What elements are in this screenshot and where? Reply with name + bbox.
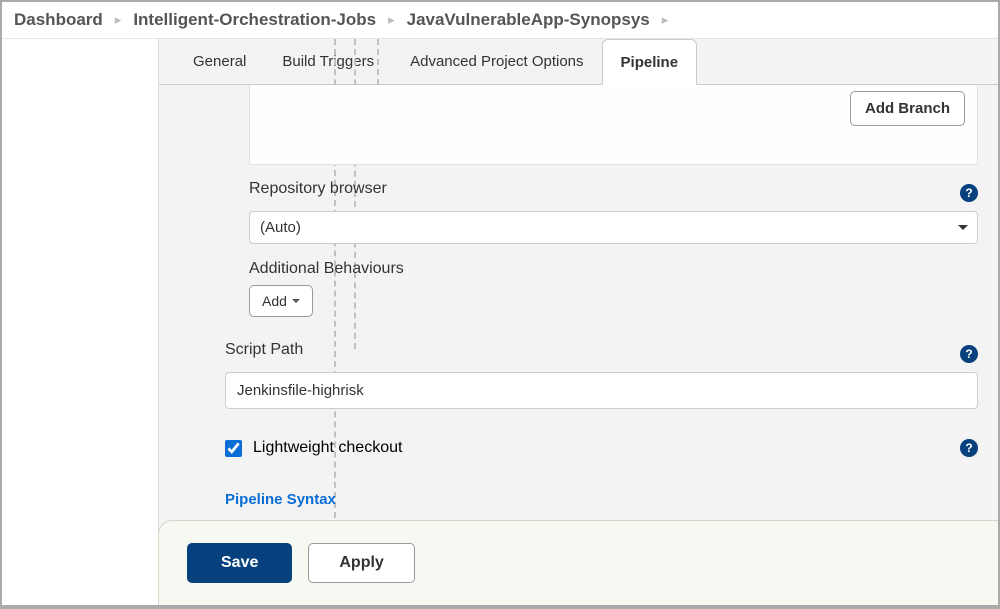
save-button[interactable]: Save xyxy=(187,543,292,583)
script-path-label: Script Path xyxy=(225,341,303,359)
lightweight-checkout-checkbox[interactable] xyxy=(225,440,242,457)
add-behaviour-button[interactable]: Add xyxy=(249,285,313,317)
section-lightweight-checkout: Lightweight checkout ? xyxy=(225,439,978,457)
content-panel: General Build Triggers Advanced Project … xyxy=(158,39,998,600)
chevron-down-icon xyxy=(292,299,300,303)
help-icon[interactable]: ? xyxy=(960,184,978,202)
branches-box: Add Branch xyxy=(249,85,978,165)
repository-browser-select[interactable]: (Auto) xyxy=(249,211,978,244)
chevron-right-icon: ▸ xyxy=(388,12,395,28)
help-icon[interactable]: ? xyxy=(960,439,978,457)
pipeline-syntax-link[interactable]: Pipeline Syntax xyxy=(225,491,336,508)
script-path-input[interactable] xyxy=(225,372,978,409)
tab-general[interactable]: General xyxy=(175,39,264,84)
breadcrumb-item-dashboard[interactable]: Dashboard xyxy=(14,10,103,30)
add-button-label: Add xyxy=(262,293,287,309)
tab-advanced-project-options[interactable]: Advanced Project Options xyxy=(392,39,601,84)
repository-browser-label: Repository browser xyxy=(249,180,387,198)
tab-pipeline[interactable]: Pipeline xyxy=(602,39,698,85)
section-repository-browser: Repository browser ? (Auto) Additional B… xyxy=(249,180,978,317)
breadcrumb-item-folder[interactable]: Intelligent-Orchestration-Jobs xyxy=(133,10,376,30)
tabs: General Build Triggers Advanced Project … xyxy=(159,39,998,85)
breadcrumb: Dashboard ▸ Intelligent-Orchestration-Jo… xyxy=(2,2,998,39)
footer-actions: Save Apply xyxy=(158,520,998,605)
apply-button[interactable]: Apply xyxy=(308,543,414,583)
sidebar xyxy=(2,39,158,600)
section-script-path: Script Path ? xyxy=(225,341,978,409)
chevron-right-icon: ▸ xyxy=(662,12,669,28)
chevron-right-icon: ▸ xyxy=(115,12,122,28)
add-branch-button[interactable]: Add Branch xyxy=(850,91,965,126)
lightweight-checkout-label: Lightweight checkout xyxy=(253,439,402,457)
breadcrumb-item-job[interactable]: JavaVulnerableApp-Synopsys xyxy=(407,10,650,30)
tab-build-triggers[interactable]: Build Triggers xyxy=(264,39,392,84)
help-icon[interactable]: ? xyxy=(960,345,978,363)
additional-behaviours-label: Additional Behaviours xyxy=(249,260,978,278)
